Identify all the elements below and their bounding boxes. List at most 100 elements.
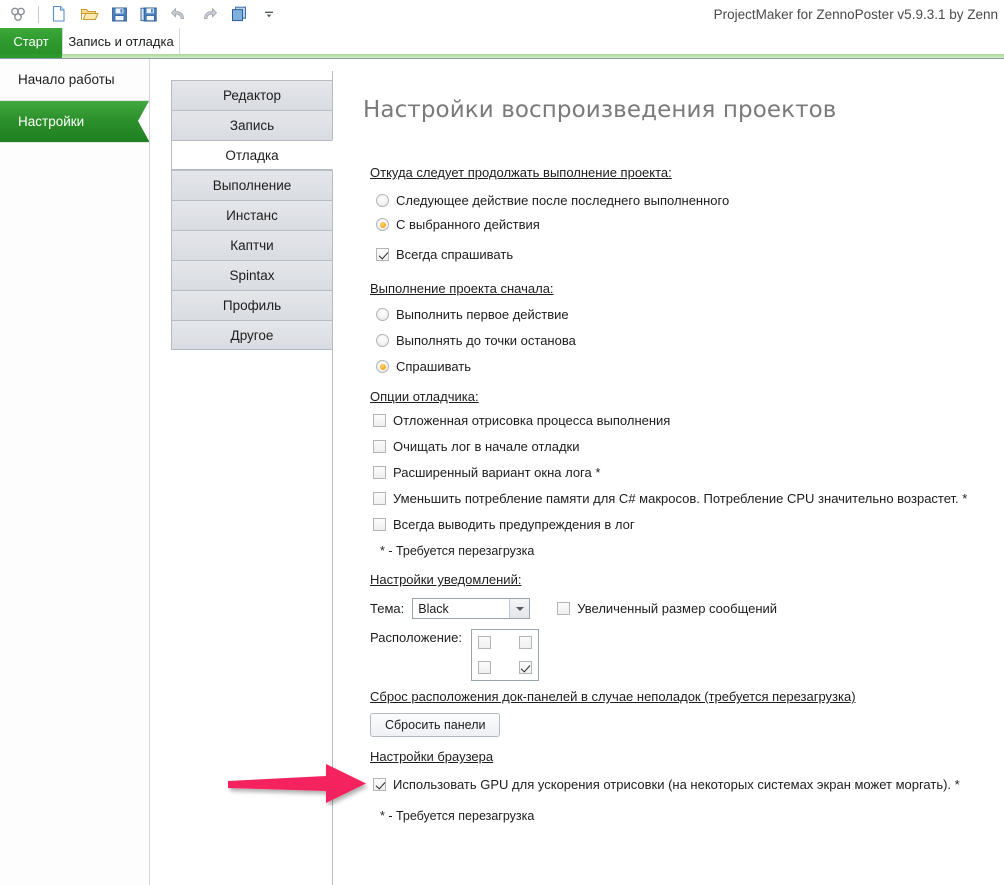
radio-label: С выбранного действия bbox=[396, 217, 540, 232]
checkbox-use-gpu[interactable] bbox=[373, 778, 386, 791]
position-cell-bottom-left[interactable] bbox=[477, 661, 491, 674]
sidebar-divider bbox=[0, 142, 149, 143]
position-cell-top-right[interactable] bbox=[518, 636, 532, 649]
section-heading-notifications: Настройки уведомлений: bbox=[370, 572, 522, 587]
reset-panels-button[interactable]: Сбросить панели bbox=[370, 713, 501, 737]
radio-ask[interactable] bbox=[376, 360, 389, 373]
position-cell-top-left[interactable] bbox=[477, 636, 491, 649]
radio-row-first-action[interactable]: Выполнить первое действие bbox=[376, 307, 569, 322]
ribbon-tab-record-debug[interactable]: Запись и отладка bbox=[62, 28, 180, 54]
radio-label: Выполнить первое действие bbox=[396, 307, 569, 322]
position-label: Расположение: bbox=[370, 630, 462, 645]
radio-label: Следующее действие после последнего выпо… bbox=[396, 193, 730, 208]
checkbox-label: Всегда спрашивать bbox=[396, 247, 514, 262]
tab-execution[interactable]: Выполнение bbox=[171, 170, 333, 200]
theme-select-value: Black bbox=[418, 601, 449, 616]
checkbox-deferred-render[interactable] bbox=[373, 414, 386, 427]
section-heading-start: Выполнение проекта сначала: bbox=[370, 281, 554, 296]
copy-glyph bbox=[232, 6, 246, 22]
position-cell-bottom-right[interactable] bbox=[518, 661, 532, 674]
ribbon-tab-start[interactable]: Старт bbox=[0, 28, 62, 54]
tab-captcha[interactable]: Каптчи bbox=[171, 230, 333, 260]
sidebar-item-settings[interactable]: Настройки bbox=[0, 101, 149, 142]
notification-position-grid bbox=[470, 629, 539, 681]
radio-first-action[interactable] bbox=[376, 308, 389, 321]
save-all-glyph bbox=[140, 7, 157, 21]
open-folder-icon[interactable] bbox=[75, 0, 103, 28]
checkbox-label: Отложенная отрисовка процесса выполнения bbox=[393, 413, 671, 428]
checkbox-extended-log-window[interactable] bbox=[373, 466, 386, 479]
checkbox-always-ask[interactable] bbox=[376, 248, 389, 261]
sidebar-item-label: Настройки bbox=[18, 114, 85, 129]
checkbox-row-big-messages[interactable]: Увеличенный размер сообщений bbox=[557, 601, 777, 616]
app-logo-icon[interactable] bbox=[4, 0, 32, 28]
checkbox-row-always-warn[interactable]: Всегда выводить предупреждения в лог bbox=[373, 517, 635, 532]
title-bar: ProjectMaker for ZennoPoster v5.9.3.1 by… bbox=[0, 0, 1004, 28]
tab-debug[interactable]: Отладка bbox=[171, 140, 333, 170]
checkbox-row-clear-log[interactable]: Очищать лог в начале отладки bbox=[373, 439, 579, 454]
redo-glyph bbox=[204, 8, 217, 19]
new-file-icon[interactable] bbox=[45, 0, 73, 28]
chevron-down-icon[interactable] bbox=[509, 599, 530, 618]
theme-label: Тема: bbox=[370, 601, 405, 616]
undo-glyph bbox=[171, 8, 184, 19]
toolbar-separator bbox=[38, 5, 39, 23]
checkbox-label: Расширенный вариант окна лога * bbox=[393, 465, 601, 480]
radio-row-next-action[interactable]: Следующее действие после последнего выпо… bbox=[376, 193, 729, 208]
save-all-icon[interactable] bbox=[135, 0, 163, 28]
tab-instance[interactable]: Инстанс bbox=[171, 200, 333, 230]
undo-icon[interactable] bbox=[165, 0, 193, 28]
new-file-glyph bbox=[52, 5, 65, 22]
copy-icon[interactable] bbox=[225, 0, 253, 28]
checkbox-label: Увеличенный размер сообщений bbox=[577, 601, 778, 616]
section-heading-resume: Откуда следует продолжать выполнение про… bbox=[370, 165, 672, 180]
checkbox-row-deferred-render[interactable]: Отложенная отрисовка процесса выполнения bbox=[373, 413, 670, 428]
overflow-chevron-icon[interactable] bbox=[255, 0, 283, 28]
tab-spintax[interactable]: Spintax bbox=[171, 260, 333, 290]
radio-next-action[interactable] bbox=[376, 194, 389, 207]
checkbox-row-extended-log-window[interactable]: Расширенный вариант окна лога * bbox=[373, 465, 600, 480]
page-title: Настройки воспроизведения проектов bbox=[363, 97, 837, 123]
radio-row-selected-action[interactable]: С выбранного действия bbox=[376, 217, 540, 232]
overflow-chevron-glyph bbox=[265, 11, 273, 18]
redo-icon[interactable] bbox=[195, 0, 223, 28]
radio-label: Спрашивать bbox=[396, 359, 472, 374]
tab-editor[interactable]: Редактор bbox=[171, 80, 333, 110]
open-folder-glyph bbox=[80, 9, 99, 20]
sidebar: Начало работы Настройки bbox=[0, 59, 150, 885]
sidebar-item-label: Начало работы bbox=[18, 72, 115, 87]
app-logo-glyph bbox=[10, 7, 25, 21]
checkbox-always-warn[interactable] bbox=[373, 518, 386, 531]
tab-other[interactable]: Другое bbox=[171, 320, 333, 350]
sidebar-selected-notch bbox=[138, 101, 149, 141]
checkbox-label: Использовать GPU для ускорения отрисовки… bbox=[393, 777, 960, 792]
checkbox-reduce-memory[interactable] bbox=[373, 492, 386, 505]
window-title: ProjectMaker for ZennoPoster v5.9.3.1 by… bbox=[713, 6, 998, 22]
tab-profile[interactable]: Профиль bbox=[171, 290, 333, 320]
radio-selected-action[interactable] bbox=[376, 218, 389, 231]
checkbox-row-always-ask[interactable]: Всегда спрашивать bbox=[376, 247, 513, 262]
theme-row: Тема: Black Увеличенный размер сообщений bbox=[370, 598, 777, 619]
checkbox-row-reduce-memory[interactable]: Уменьшить потребление памяти для C# макр… bbox=[373, 491, 967, 506]
save-icon[interactable] bbox=[105, 0, 133, 28]
position-row: Расположение: bbox=[370, 629, 539, 681]
quick-access-toolbar bbox=[0, 0, 283, 28]
settings-content-panel: Настройки воспроизведения проектов Откуд… bbox=[332, 71, 1004, 885]
section-heading-browser: Настройки браузера bbox=[370, 749, 494, 764]
ribbon-bottom-border bbox=[0, 58, 1004, 59]
checkbox-row-use-gpu[interactable]: Использовать GPU для ускорения отрисовки… bbox=[373, 777, 960, 792]
radio-until-breakpoint[interactable] bbox=[376, 334, 389, 347]
checkbox-clear-log[interactable] bbox=[373, 440, 386, 453]
checkbox-label: Уменьшить потребление памяти для C# макр… bbox=[393, 491, 968, 506]
theme-select[interactable]: Black bbox=[412, 598, 531, 619]
radio-label: Выполнять до точки останова bbox=[396, 333, 576, 348]
browser-restart-footnote: * - Требуется перезагрузка bbox=[380, 809, 535, 823]
radio-row-until-breakpoint[interactable]: Выполнять до точки останова bbox=[376, 333, 576, 348]
sidebar-item-getting-started[interactable]: Начало работы bbox=[0, 59, 149, 100]
tab-record[interactable]: Запись bbox=[171, 110, 333, 140]
section-heading-dock-reset: Сброс расположения док-панелей в случае … bbox=[370, 689, 856, 704]
settings-tab-list: Редактор Запись Отладка Выполнение Инста… bbox=[171, 80, 333, 350]
checkbox-label: Всегда выводить предупреждения в лог bbox=[393, 517, 635, 532]
checkbox-big-messages[interactable] bbox=[557, 602, 571, 615]
radio-row-ask[interactable]: Спрашивать bbox=[376, 359, 471, 374]
